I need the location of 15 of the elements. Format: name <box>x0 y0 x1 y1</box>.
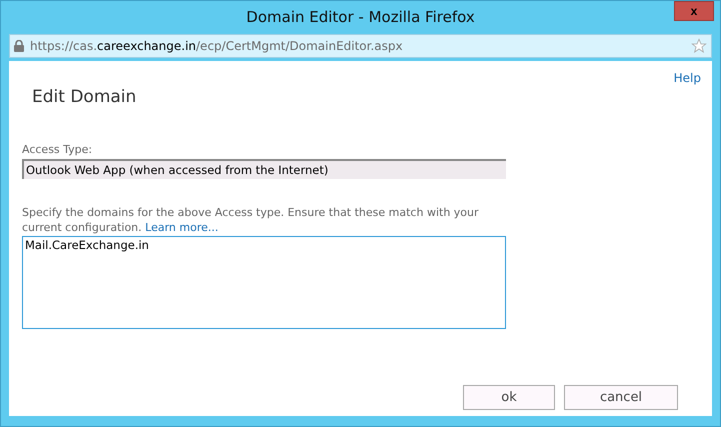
window-title: Domain Editor - Mozilla Firefox <box>246 8 475 26</box>
learn-more-link[interactable]: Learn more... <box>145 221 218 234</box>
star-icon[interactable] <box>691 38 707 54</box>
lock-icon <box>14 40 24 52</box>
domains-field[interactable]: Mail.CareExchange.in <box>22 236 506 329</box>
field-label: Access Type: <box>22 143 94 156</box>
address-bar[interactable]: https://cas.careexchange.in/ecp/CertMgmt/DomainEditor.aspx <box>9 34 712 58</box>
description-text: Specify the domains for the above Access type. Ensure that these match with your current configuration. Learn more... <box>22 205 480 235</box>
help-link[interactable]: Help <box>674 71 701 85</box>
access-type-field: Outlook Web App (when accessed from the Internet) <box>22 159 506 179</box>
dialog-heading: Edit Domain <box>32 87 138 107</box>
ok-button[interactable]: ok <box>463 385 555 410</box>
url-text: https://cas.careexchange.in/ecp/CertMgmt/DomainEditor.aspx <box>30 39 404 53</box>
close-button[interactable]: x <box>674 1 714 21</box>
cancel-button[interactable]: cancel <box>564 385 678 410</box>
